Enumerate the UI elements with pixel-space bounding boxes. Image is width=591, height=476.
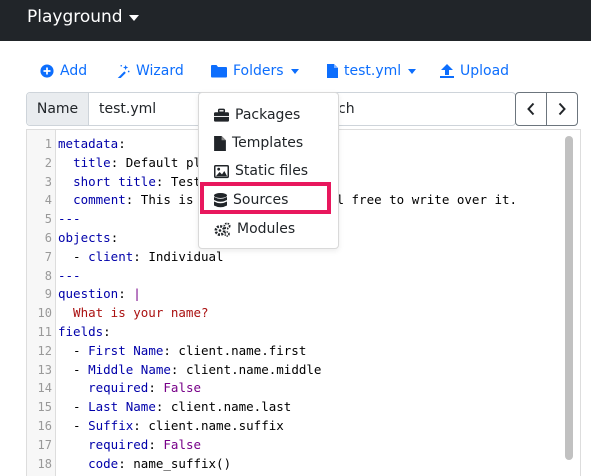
code-text: - Suffix: client.name.suffix (58, 418, 284, 433)
line-number: 8 (44, 268, 52, 283)
line-number: 5 (44, 212, 52, 227)
code-text: - Last Name: client.name.last (58, 399, 292, 415)
code-text: question: | (58, 286, 141, 302)
line-number: 4 (44, 193, 52, 208)
name-label: Name (27, 93, 89, 125)
menu-item-modules[interactable]: Modules (199, 215, 338, 243)
upload-icon (440, 64, 454, 78)
menu-item-static-files[interactable]: Static files (199, 157, 338, 185)
folders-dropdown-menu: Packages Templates Static files Sources … (198, 92, 339, 249)
file-icon (214, 135, 226, 151)
line-number: 14 (37, 381, 52, 396)
plus-circle-icon (40, 64, 54, 78)
cogs-icon (214, 222, 231, 237)
image-icon (214, 164, 229, 178)
file-icon (327, 64, 338, 78)
menu-item-label: Packages (235, 107, 301, 123)
add-button[interactable]: Add (40, 60, 87, 82)
sources-highlight-box (200, 182, 331, 214)
chevron-right-icon (558, 102, 566, 116)
line-number: 3 (44, 174, 52, 189)
caret-down-icon (408, 68, 417, 74)
menu-item-label: Static files (235, 163, 309, 179)
menu-item-packages[interactable]: Packages (199, 101, 338, 129)
line-number: 1 (44, 137, 52, 151)
code-text: - First Name: client.name.first (58, 342, 307, 358)
code-text: required: False (88, 436, 202, 452)
brand-label: Playground (27, 7, 123, 27)
upload-button[interactable]: Upload (440, 60, 509, 82)
code-text: fields: (58, 324, 111, 339)
menu-item-label: Modules (237, 221, 296, 237)
line-number: 18 (37, 456, 52, 471)
briefcase-icon (214, 108, 229, 122)
previous-button[interactable] (515, 92, 547, 126)
upload-label: Upload (460, 63, 510, 79)
caret-down-icon (128, 14, 139, 21)
caret-down-icon (290, 68, 299, 74)
line-number: 10 (37, 306, 52, 321)
line-number: 17 (37, 437, 52, 452)
line-number: 2 (44, 155, 52, 170)
line-number: 11 (37, 325, 52, 339)
code-text: objects: (58, 230, 119, 245)
folder-icon (211, 65, 227, 78)
wizard-button[interactable]: Wizard (116, 60, 184, 82)
add-label: Add (60, 63, 88, 79)
code-text: --- (58, 267, 81, 283)
search-input[interactable]: arch (340, 93, 380, 125)
top-navbar: Playground (0, 0, 591, 41)
code-text: short title: Test (73, 173, 202, 189)
folders-label: Folders (233, 63, 284, 79)
wizard-label: Wizard (136, 63, 184, 79)
code-text: required: False (88, 380, 202, 396)
search-placeholder: arch (340, 101, 355, 117)
playground-menu[interactable]: Playground (27, 6, 139, 28)
chevron-left-icon (527, 102, 535, 116)
menu-item-templates[interactable]: Templates (199, 129, 338, 157)
line-number: 6 (44, 231, 52, 245)
file-name-input[interactable]: test.yml (89, 93, 156, 125)
editor-scrollbar[interactable] (565, 136, 573, 460)
code-text: --- (58, 211, 81, 227)
magic-wand-icon (117, 64, 130, 78)
line-number: 7 (44, 249, 52, 264)
file-label: test.yml (344, 63, 402, 79)
code-text: - Middle Name: client.name.middle (58, 361, 322, 377)
line-number: 12 (37, 343, 52, 358)
line-number: 9 (44, 287, 52, 302)
code-text: title: Default pl (73, 154, 202, 170)
code-text: metadata: (58, 136, 126, 151)
code-text: What is your name? (58, 305, 209, 321)
line-number: 15 (37, 400, 52, 415)
menu-item-label: Templates (232, 135, 304, 151)
line-number: 13 (37, 362, 52, 377)
line-number: 16 (37, 419, 52, 433)
code-text: - client: Individual (58, 248, 224, 264)
next-button[interactable] (546, 92, 578, 126)
file-dropdown-button[interactable]: test.yml (327, 60, 417, 82)
folders-dropdown-button[interactable]: Folders (211, 60, 299, 82)
code-text: code: name_suffix() (88, 455, 232, 471)
